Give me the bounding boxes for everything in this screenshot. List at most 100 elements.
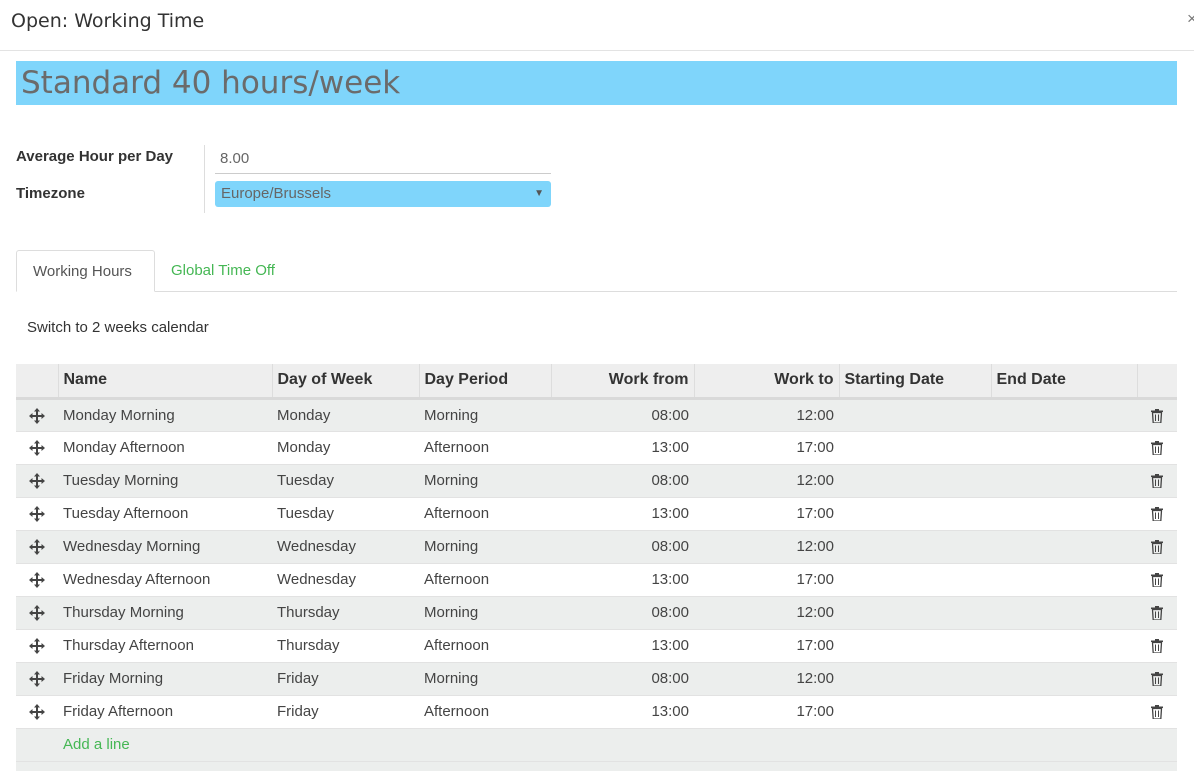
cell-day-of-week[interactable]: Wednesday	[272, 563, 419, 597]
cell-work-to[interactable]: 17:00	[694, 497, 839, 531]
move-icon[interactable]	[29, 506, 45, 523]
avg-hour-input[interactable]: 8.00	[215, 146, 551, 174]
row-handle[interactable]	[16, 530, 58, 564]
row-delete[interactable]	[1137, 596, 1177, 630]
cell-name[interactable]: Friday Morning	[58, 662, 272, 696]
cell-work-from[interactable]: 08:00	[551, 398, 694, 432]
row-delete[interactable]	[1137, 530, 1177, 564]
row-delete[interactable]	[1137, 398, 1177, 432]
cell-end-date[interactable]	[991, 464, 1137, 498]
header-day-of-week[interactable]: Day of Week	[272, 364, 420, 400]
cell-day-period[interactable]: Afternoon	[419, 563, 551, 597]
cell-starting-date[interactable]	[839, 497, 991, 531]
move-icon[interactable]	[29, 638, 45, 655]
cell-day-of-week[interactable]: Friday	[272, 695, 419, 729]
cell-starting-date[interactable]	[839, 563, 991, 597]
cell-name[interactable]: Tuesday Afternoon	[58, 497, 272, 531]
cell-name[interactable]: Wednesday Afternoon	[58, 563, 272, 597]
cell-day-of-week[interactable]: Friday	[272, 662, 419, 696]
row-handle[interactable]	[16, 596, 58, 630]
cell-starting-date[interactable]	[839, 695, 991, 729]
close-icon[interactable]: ×	[1187, 9, 1194, 29]
cell-starting-date[interactable]	[839, 662, 991, 696]
row-delete[interactable]	[1137, 431, 1177, 465]
cell-work-from[interactable]: 08:00	[551, 530, 694, 564]
cell-day-period[interactable]: Morning	[419, 596, 551, 630]
cell-end-date[interactable]	[991, 530, 1137, 564]
cell-work-to[interactable]: 12:00	[694, 398, 839, 432]
table-row[interactable]: Thursday Afternoon Thursday Afternoon 13:00…	[16, 629, 1177, 663]
cell-name[interactable]: Tuesday Morning	[58, 464, 272, 498]
cell-day-period[interactable]: Morning	[419, 398, 551, 432]
cell-day-of-week[interactable]: Tuesday	[272, 464, 419, 498]
cell-end-date[interactable]	[991, 662, 1137, 696]
move-icon[interactable]	[29, 473, 45, 490]
cell-day-period[interactable]: Morning	[419, 464, 551, 498]
cell-end-date[interactable]	[991, 596, 1137, 630]
cell-work-from[interactable]: 13:00	[551, 695, 694, 729]
row-handle[interactable]	[16, 629, 58, 663]
row-handle[interactable]	[16, 398, 58, 432]
row-handle[interactable]	[16, 563, 58, 597]
cell-starting-date[interactable]	[839, 596, 991, 630]
header-day-period[interactable]: Day Period	[419, 364, 552, 400]
cell-work-to[interactable]: 17:00	[694, 629, 839, 663]
cell-name[interactable]: Thursday Morning	[58, 596, 272, 630]
table-row[interactable]: Thursday Morning Thursday Morning 08:00 12:0…	[16, 596, 1177, 630]
header-end-date[interactable]: End Date	[991, 364, 1138, 400]
cell-day-period[interactable]: Morning	[419, 662, 551, 696]
row-delete[interactable]	[1137, 695, 1177, 729]
trash-icon[interactable]	[1151, 639, 1163, 654]
cell-day-period[interactable]: Afternoon	[419, 431, 551, 465]
cell-name[interactable]: Monday Afternoon	[58, 431, 272, 465]
trash-icon[interactable]	[1151, 573, 1163, 588]
row-handle[interactable]	[16, 431, 58, 465]
table-row[interactable]: Wednesday Morning Wednesday Morning 08:00 12…	[16, 530, 1177, 564]
move-icon[interactable]	[29, 572, 45, 589]
trash-icon[interactable]	[1151, 540, 1163, 555]
cell-end-date[interactable]	[991, 629, 1137, 663]
table-row[interactable]: Wednesday Afternoon Wednesday Afternoon 13:…	[16, 563, 1177, 597]
trash-icon[interactable]	[1151, 474, 1163, 489]
header-name[interactable]: Name	[58, 364, 273, 400]
row-delete[interactable]	[1137, 563, 1177, 597]
cell-day-of-week[interactable]: Thursday	[272, 629, 419, 663]
table-row[interactable]: Monday Morning Monday Morning 08:00 12:00	[16, 398, 1177, 432]
cell-day-of-week[interactable]: Wednesday	[272, 530, 419, 564]
switch-calendar-button[interactable]: Switch to 2 weeks calendar	[27, 319, 209, 336]
tab-working-hours[interactable]: Working Hours	[16, 250, 155, 292]
row-handle[interactable]	[16, 695, 58, 729]
tab-global-time-off[interactable]: Global Time Off	[155, 250, 291, 292]
cell-work-from[interactable]: 13:00	[551, 431, 694, 465]
cell-work-from[interactable]: 13:00	[551, 629, 694, 663]
cell-work-to[interactable]: 17:00	[694, 695, 839, 729]
row-delete[interactable]	[1137, 629, 1177, 663]
header-work-from[interactable]: Work from	[551, 364, 695, 400]
table-row[interactable]: Friday Afternoon Friday Afternoon 13:00 17:0…	[16, 695, 1177, 729]
move-icon[interactable]	[29, 407, 45, 424]
table-row[interactable]: Tuesday Afternoon Tuesday Afternoon 13:00 17…	[16, 497, 1177, 531]
header-starting-date[interactable]: Starting Date	[839, 364, 992, 400]
move-icon[interactable]	[29, 539, 45, 556]
cell-day-period[interactable]: Morning	[419, 530, 551, 564]
cell-starting-date[interactable]	[839, 629, 991, 663]
cell-starting-date[interactable]	[839, 431, 991, 465]
timezone-select[interactable]: Europe/Brussels ▼	[215, 181, 551, 207]
cell-starting-date[interactable]	[839, 398, 991, 432]
cell-end-date[interactable]	[991, 563, 1137, 597]
cell-work-from[interactable]: 08:00	[551, 596, 694, 630]
cell-work-from[interactable]: 13:00	[551, 497, 694, 531]
cell-day-of-week[interactable]: Monday	[272, 431, 419, 465]
cell-day-period[interactable]: Afternoon	[419, 695, 551, 729]
cell-name[interactable]: Friday Afternoon	[58, 695, 272, 729]
row-handle[interactable]	[16, 662, 58, 696]
cell-starting-date[interactable]	[839, 464, 991, 498]
cell-day-of-week[interactable]: Tuesday	[272, 497, 419, 531]
cell-work-to[interactable]: 12:00	[694, 596, 839, 630]
trash-icon[interactable]	[1151, 606, 1163, 621]
move-icon[interactable]	[29, 704, 45, 721]
cell-work-from[interactable]: 08:00	[551, 662, 694, 696]
cell-work-to[interactable]: 12:00	[694, 530, 839, 564]
add-line-button[interactable]: Add a line	[63, 736, 130, 753]
cell-work-to[interactable]: 12:00	[694, 662, 839, 696]
